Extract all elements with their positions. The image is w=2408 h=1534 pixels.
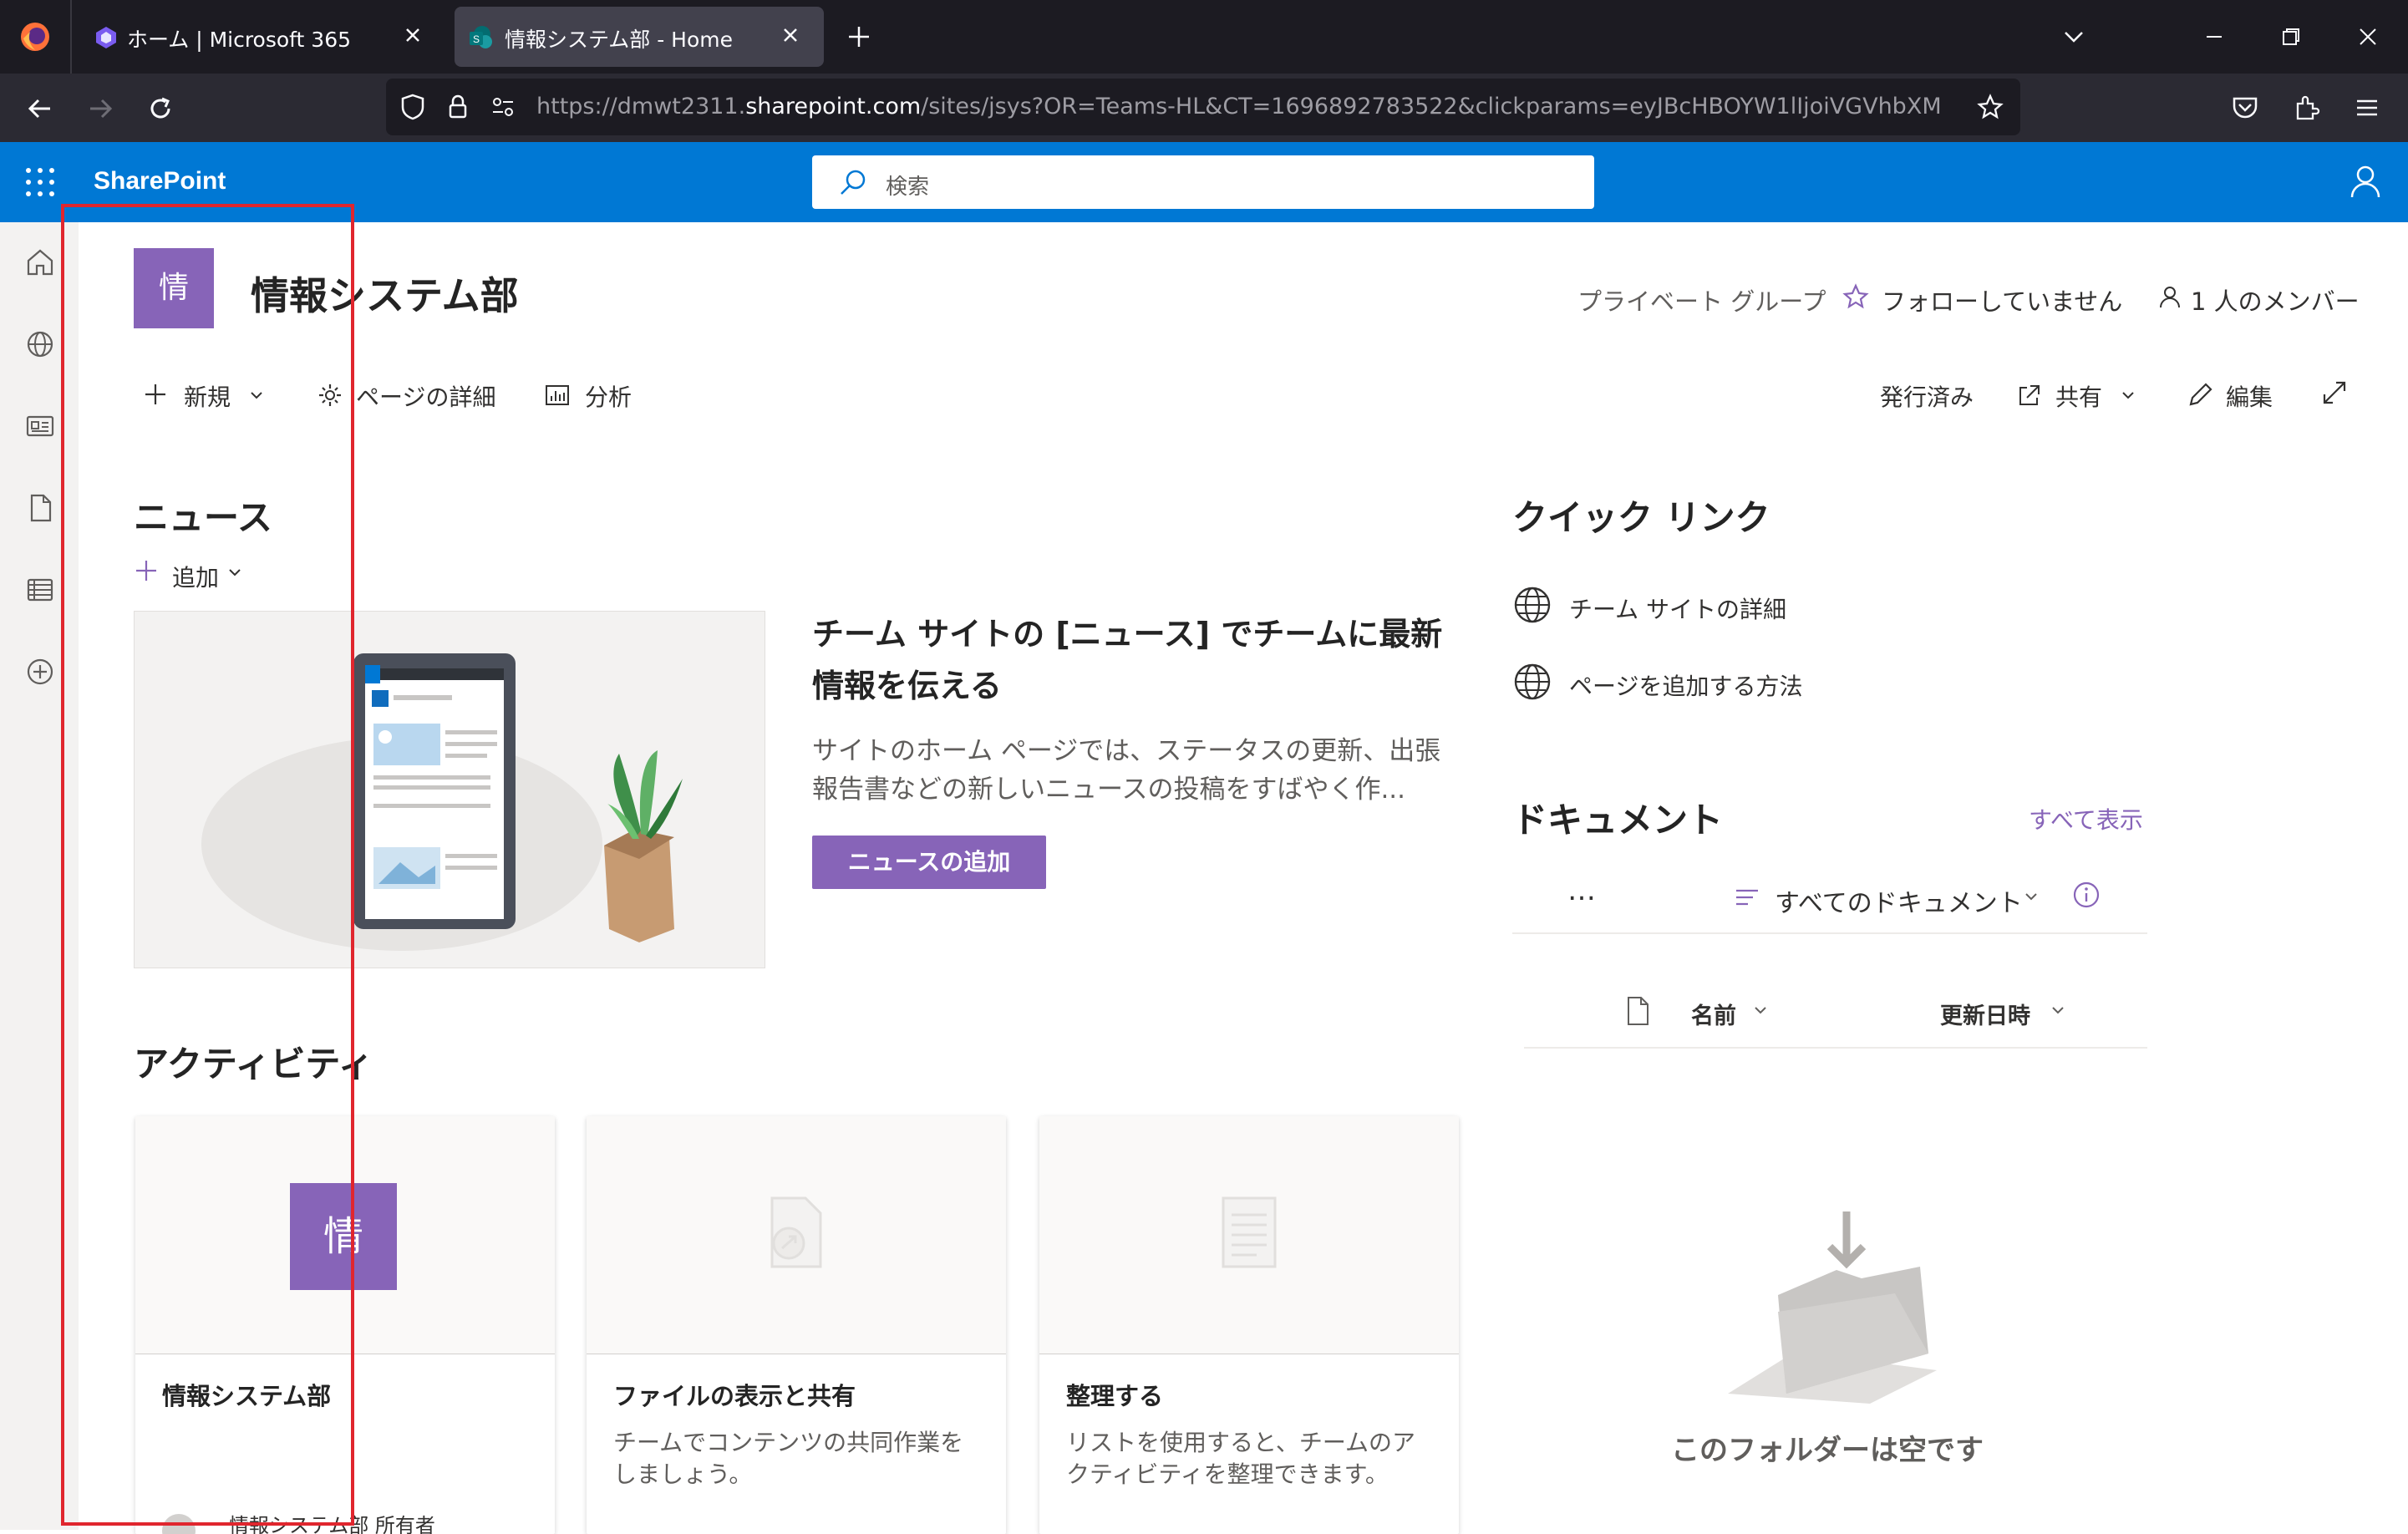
tracking-protection-icon[interactable] [398,92,428,122]
activity-card-description: リストを使用すると、チームのアクティビティを整理できます。 [1066,1429,1416,1488]
url-text: https://dmwt2311.sharepoint.com/sites/js… [536,94,1940,119]
tab-microsoft-365[interactable]: ホーム | Microsoft 365 [80,7,446,67]
chevron-down-icon[interactable] [2049,1001,2067,1019]
extensions-icon[interactable] [2291,92,2323,124]
close-window-icon[interactable] [2353,22,2383,52]
more-options-button[interactable]: … [1567,874,1596,907]
bookmark-star-icon[interactable] [1975,92,2005,122]
sharepoint-icon: S [468,25,493,50]
list-all-tabs-icon[interactable] [2059,22,2089,52]
document-view-selector[interactable]: すべてのドキュメント [1775,882,2023,919]
quicklinks-section-title: クイック リンク [1512,497,1770,538]
reload-icon[interactable] [144,92,177,125]
follow-button[interactable]: フォローしていません [1882,282,2122,317]
globe-icon[interactable] [23,328,57,361]
menu-icon[interactable] [2351,92,2383,124]
documents-section-title: ドキュメント [1512,800,1724,841]
close-tab-icon[interactable] [398,20,428,50]
document-icon[interactable] [23,491,57,525]
shared-file-icon [762,1195,829,1270]
firefox-icon[interactable] [18,20,52,53]
permissions-icon[interactable] [488,92,518,122]
tab-title: ホーム | Microsoft 365 [127,28,352,52]
empty-folder-message: このフォルダーは空です [1671,1434,1984,1467]
list-document-icon [1218,1195,1280,1270]
edit-button[interactable]: 編集 [2226,379,2273,413]
tab-title: 情報システム部 - Home [505,28,733,52]
activity-card-title: 整理する [1066,1382,1164,1410]
activity-card-files[interactable]: ファイルの表示と共有 チームでコンテンツの共同作業をしましょう。 [587,1116,1006,1534]
list-icon[interactable] [23,573,57,607]
close-tab-icon[interactable] [775,20,805,50]
globe-icon [1512,662,1552,702]
see-all-link[interactable]: すべて表示 [2029,802,2143,836]
activity-card-preview [587,1116,1006,1354]
activity-card-organize[interactable]: 整理する リストを使用すると、チームのアクティビティを整理できます。 [1039,1116,1459,1534]
chevron-down-icon[interactable] [1751,1001,1770,1019]
published-status: 発行済み [1880,384,1974,411]
divider [1512,932,2147,934]
view-list-icon [1733,884,1761,912]
news-heading: チーム サイトの [ニュース] でチームに最新情報を伝える [812,616,1443,704]
highlight-annotation [61,204,354,1526]
add-news-cta-button[interactable]: ニュースの追加 [812,836,1046,889]
url-prefix: https://dmwt2311. [536,94,746,119]
suite-bar: SharePoint 検索 [0,142,2408,222]
follow-star-icon[interactable] [1842,282,1870,311]
file-type-icon [1624,996,1651,1026]
forward-icon[interactable] [84,92,117,125]
create-icon[interactable] [23,655,57,688]
info-icon[interactable] [2072,881,2101,909]
browser-tab-bar: ホーム | Microsoft 365 S 情報システム部 - Home [0,0,2408,74]
news-description: サイトのホーム ページでは、ステータスの更新、出張報告書などの新しいニュースの投… [812,736,1441,805]
tab-divider [70,0,72,74]
quicklink-label: チーム サイトの詳細 [1569,596,1787,623]
home-icon[interactable] [23,246,57,279]
url-host: sharepoint.com [745,94,922,119]
expand-icon[interactable] [2319,378,2350,408]
analytics-button[interactable]: 分析 [585,379,632,413]
app-launcher-icon[interactable] [23,165,57,199]
globe-icon [1512,585,1552,625]
quicklink-label: ページを追加する方法 [1569,673,1803,700]
privacy-label: プライベート グループ [1577,287,1826,316]
minimize-icon[interactable] [2199,22,2229,52]
divider [1524,1047,2147,1049]
news-icon[interactable] [23,409,57,443]
page-details-button[interactable]: ページの詳細 [356,379,495,413]
pocket-icon[interactable] [2229,92,2261,124]
search-input[interactable]: 検索 [812,155,1594,209]
restore-icon[interactable] [2276,22,2306,52]
new-tab-icon[interactable] [844,22,874,52]
tab-sharepoint-home[interactable]: S 情報システム部 - Home [455,7,824,67]
activity-card-preview [1039,1116,1459,1354]
svg-text:S: S [473,33,480,45]
m365-icon [94,25,119,50]
person-icon [2157,284,2182,309]
analytics-icon [543,381,572,409]
chevron-down-icon[interactable] [2022,887,2040,906]
empty-folder-icon [1728,1211,1937,1404]
edit-pencil-icon [2186,379,2216,409]
back-icon[interactable] [23,92,57,125]
address-bar[interactable]: https://dmwt2311.sharepoint.com/sites/js… [386,79,2020,135]
activity-card-description: チームでコンテンツの共同作業をしましょう。 [613,1429,964,1488]
search-placeholder: 検索 [886,175,930,200]
column-header-modified[interactable]: 更新日時 [1940,998,2030,1030]
search-icon [837,167,869,199]
members-button[interactable]: 1 人のメンバー [2191,282,2360,317]
sharepoint-brand[interactable]: SharePoint [94,167,226,196]
account-icon[interactable] [2346,162,2385,201]
lock-icon[interactable] [443,92,473,122]
share-button[interactable]: 共有 [2055,379,2102,413]
column-header-name[interactable]: 名前 [1691,998,1736,1030]
share-icon [2015,381,2044,409]
activity-card-title: ファイルの表示と共有 [613,1382,856,1410]
chevron-down-icon[interactable] [2119,386,2137,404]
url-path: /sites/jsys?OR=Teams-HL&CT=1696892783522… [921,94,1940,119]
navigation-toolbar: https://dmwt2311.sharepoint.com/sites/js… [0,74,2408,142]
